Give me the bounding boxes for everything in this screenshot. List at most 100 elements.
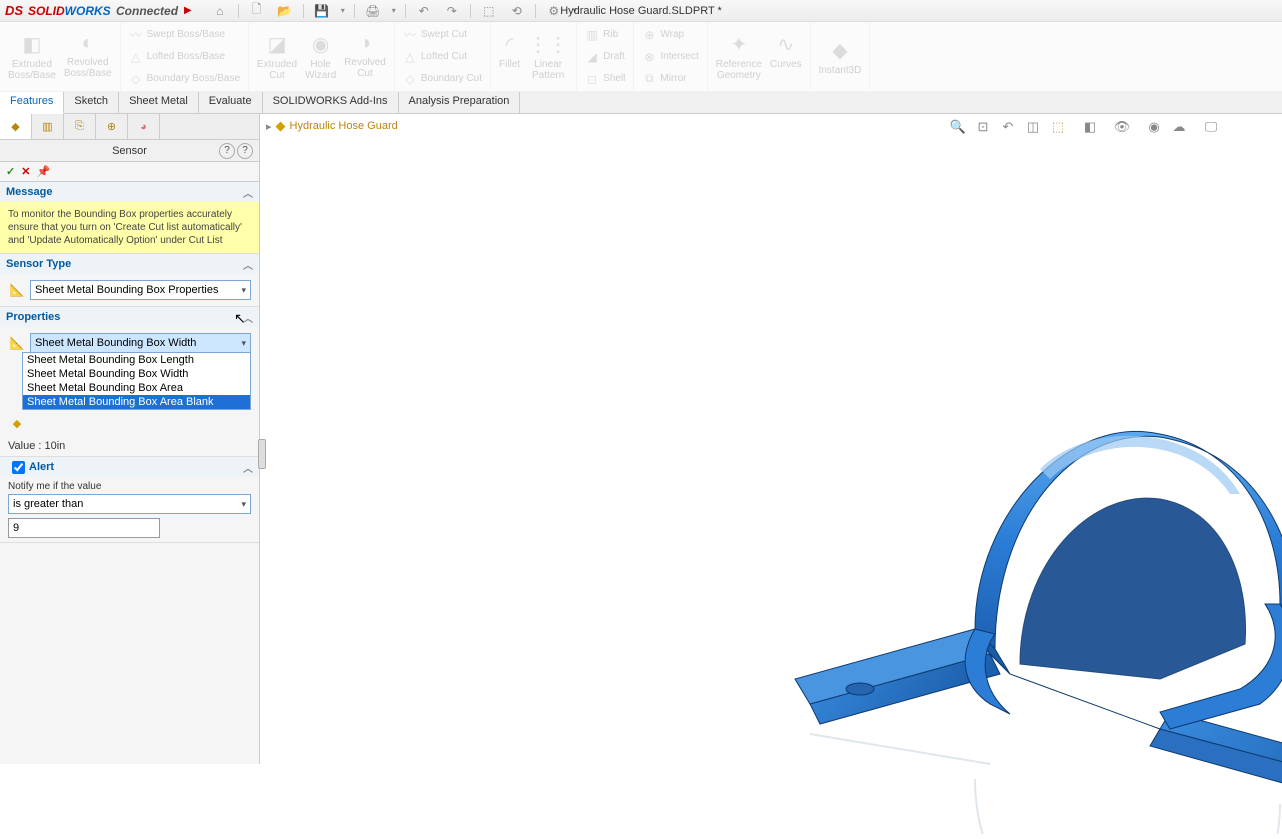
chevron-up-icon: ︿: [243, 185, 253, 200]
mirror-button[interactable]: ⧉Mirror: [642, 68, 698, 90]
edit-appearance-icon[interactable]: ◉: [1143, 116, 1165, 138]
help-icon[interactable]: ?: [237, 143, 253, 159]
dropdown-arrow-icon: ▾: [241, 499, 246, 510]
ok-cancel-bar: ✓ ✕ 📌: [0, 162, 259, 182]
dimxpert-tab-icon[interactable]: ⊕: [96, 114, 128, 139]
alert-header[interactable]: Alert ︿: [0, 457, 259, 477]
sensor-type-icon: 📐: [8, 281, 26, 299]
lofted-boss-button[interactable]: △Lofted Boss/Base: [129, 46, 240, 68]
sensor-type-dropdown[interactable]: Sheet Metal Bounding Box Properties▾: [30, 280, 251, 300]
redo-icon[interactable]: ↷: [440, 2, 464, 20]
extruded-boss-button[interactable]: ◧Extruded Boss/Base: [8, 32, 56, 81]
draft-button[interactable]: ◢Draft: [585, 46, 625, 68]
chevron-up-icon: ︿: [243, 310, 253, 325]
graphics-viewport[interactable]: ▸ ◆ Hydraulic Hose Guard 🔍 ⊡ ↶ ◫ ⬚ ◧ 👁 ◉…: [260, 114, 1282, 764]
chevron-up-icon: ︿: [243, 460, 253, 475]
fillet-button[interactable]: ◜Fillet: [499, 32, 520, 81]
panel-splitter[interactable]: [258, 439, 266, 469]
lofted-cut-button[interactable]: △Lofted Cut: [403, 46, 482, 68]
home-icon[interactable]: ⌂: [208, 2, 232, 20]
section-view-icon[interactable]: ◫: [1022, 116, 1044, 138]
zoom-area-icon[interactable]: ⊡: [972, 116, 994, 138]
reference-geometry-button[interactable]: ✦Reference Geometry: [716, 32, 762, 81]
properties-header[interactable]: Properties︿: [0, 307, 259, 327]
revolved-boss-button[interactable]: ◐Revolved Boss/Base: [64, 32, 112, 81]
boundary-boss-button[interactable]: ◇Boundary Boss/Base: [129, 68, 240, 90]
view-settings-icon[interactable]: 🖵: [1200, 116, 1222, 138]
swept-boss-button[interactable]: 〰Swept Boss/Base: [129, 24, 240, 46]
revolved-cut-button[interactable]: ◑Revolved Cut: [344, 32, 386, 81]
previous-view-icon[interactable]: ↶: [997, 116, 1019, 138]
breadcrumb[interactable]: ▸ ◆ Hydraulic Hose Guard: [266, 118, 398, 134]
save-dd-icon[interactable]: ▾: [338, 2, 348, 20]
message-body: To monitor the Bounding Box properties a…: [0, 202, 259, 253]
open-icon[interactable]: 📂: [273, 2, 297, 20]
3d-model: [540, 234, 1282, 834]
new-icon[interactable]: 🗋: [245, 2, 269, 20]
message-section-header[interactable]: Message︿: [0, 182, 259, 202]
title-bar: DS SOLIDWORKS Connected ▶ ⌂ 🗋 📂 💾 ▾ 🖨 ▾ …: [0, 0, 1282, 22]
extruded-cut-button[interactable]: ◪Extruded Cut: [257, 32, 297, 81]
tab-sketch[interactable]: Sketch: [64, 92, 119, 113]
alert-checkbox[interactable]: [12, 461, 25, 474]
manager-tabs: ◆ ▥ ⎘ ⊕ ◕: [0, 114, 259, 140]
condition-dropdown[interactable]: is greater than▾: [8, 494, 251, 514]
breadcrumb-text: Hydraulic Hose Guard: [290, 120, 398, 132]
quick-access-toolbar: ⌂ 🗋 📂 💾 ▾ 🖨 ▾ ↶ ↷ ⬚ ⟲ ⚙ ▾: [208, 2, 580, 20]
dropdown-option-highlighted[interactable]: Sheet Metal Bounding Box Area Blank: [23, 395, 250, 409]
hide-show-icon[interactable]: 👁: [1111, 116, 1133, 138]
help-detailed-icon[interactable]: ?: [219, 143, 235, 159]
view-orientation-icon[interactable]: ⬚: [1047, 116, 1069, 138]
boundary-cut-button[interactable]: ◇Boundary Cut: [403, 68, 482, 90]
dropdown-arrow-icon: ▾: [241, 338, 246, 349]
app-logo-icon: DS: [4, 1, 24, 21]
properties-dropdown[interactable]: Sheet Metal Bounding Box Width▾: [30, 333, 251, 353]
notify-label: Notify me if the value: [8, 481, 251, 492]
tab-features[interactable]: Features: [0, 92, 64, 114]
chevron-up-icon: ︿: [243, 257, 253, 272]
undo-icon[interactable]: ↶: [412, 2, 436, 20]
sensor-type-header[interactable]: Sensor Type︿: [0, 254, 259, 274]
wrap-button[interactable]: ⊕Wrap: [642, 24, 698, 46]
ribbon: ◧Extruded Boss/Base ◐Revolved Boss/Base …: [0, 22, 1282, 92]
apply-scene-icon[interactable]: ☁: [1168, 116, 1190, 138]
tab-analysis-prep[interactable]: Analysis Preparation: [399, 92, 521, 113]
tab-sheet-metal[interactable]: Sheet Metal: [119, 92, 199, 113]
config-manager-tab-icon[interactable]: ⎘: [64, 114, 96, 139]
print-dd-icon[interactable]: ▾: [389, 2, 399, 20]
save-icon[interactable]: 💾: [310, 2, 334, 20]
property-manager-tab-icon[interactable]: ▥: [32, 114, 64, 139]
zoom-fit-icon[interactable]: 🔍: [947, 116, 969, 138]
display-manager-tab-icon[interactable]: ◕: [128, 114, 160, 139]
properties-dropdown-list: Sheet Metal Bounding Box Length Sheet Me…: [22, 352, 251, 410]
heads-up-view-toolbar: 🔍 ⊡ ↶ ◫ ⬚ ◧ 👁 ◉ ☁ 🖵: [947, 116, 1222, 138]
dropdown-option[interactable]: Sheet Metal Bounding Box Area: [23, 381, 250, 395]
curves-button[interactable]: ∿Curves: [770, 32, 802, 81]
tab-addins[interactable]: SOLIDWORKS Add-Ins: [263, 92, 399, 113]
swept-cut-button[interactable]: 〰Swept Cut: [403, 24, 482, 46]
rebuild-icon[interactable]: ⟲: [505, 2, 529, 20]
instant3d-button[interactable]: ◆Instant3D: [819, 38, 862, 76]
tab-evaluate[interactable]: Evaluate: [199, 92, 263, 113]
threshold-input[interactable]: [8, 518, 160, 538]
dropdown-option[interactable]: Sheet Metal Bounding Box Width: [23, 367, 250, 381]
cancel-button[interactable]: ✕: [21, 165, 30, 178]
display-style-icon[interactable]: ◧: [1079, 116, 1101, 138]
intersect-button[interactable]: ⊗Intersect: [642, 46, 698, 68]
rib-button[interactable]: ▥Rib: [585, 24, 625, 46]
hole-wizard-button[interactable]: ◉Hole Wizard: [305, 32, 336, 81]
value-readout: Value : 10in: [0, 436, 259, 456]
body-selector-icon[interactable]: ◆: [8, 414, 26, 432]
ok-button[interactable]: ✓: [6, 165, 15, 178]
pushpin-icon[interactable]: 📌: [36, 165, 50, 178]
breadcrumb-arrow-icon: ▸: [266, 120, 272, 133]
shell-button[interactable]: ◻Shell: [585, 68, 625, 90]
select-icon[interactable]: ⬚: [477, 2, 501, 20]
feature-manager-tab-icon[interactable]: ◆: [0, 114, 32, 139]
part-icon: ◆: [276, 118, 286, 134]
print-icon[interactable]: 🖨: [361, 2, 385, 20]
linear-pattern-button[interactable]: ⋮⋮Linear Pattern: [528, 32, 568, 81]
ribbon-tabs: Features Sketch Sheet Metal Evaluate SOL…: [0, 92, 1282, 114]
menu-arrow-icon[interactable]: ▶: [184, 5, 192, 16]
dropdown-option[interactable]: Sheet Metal Bounding Box Length: [23, 353, 250, 367]
